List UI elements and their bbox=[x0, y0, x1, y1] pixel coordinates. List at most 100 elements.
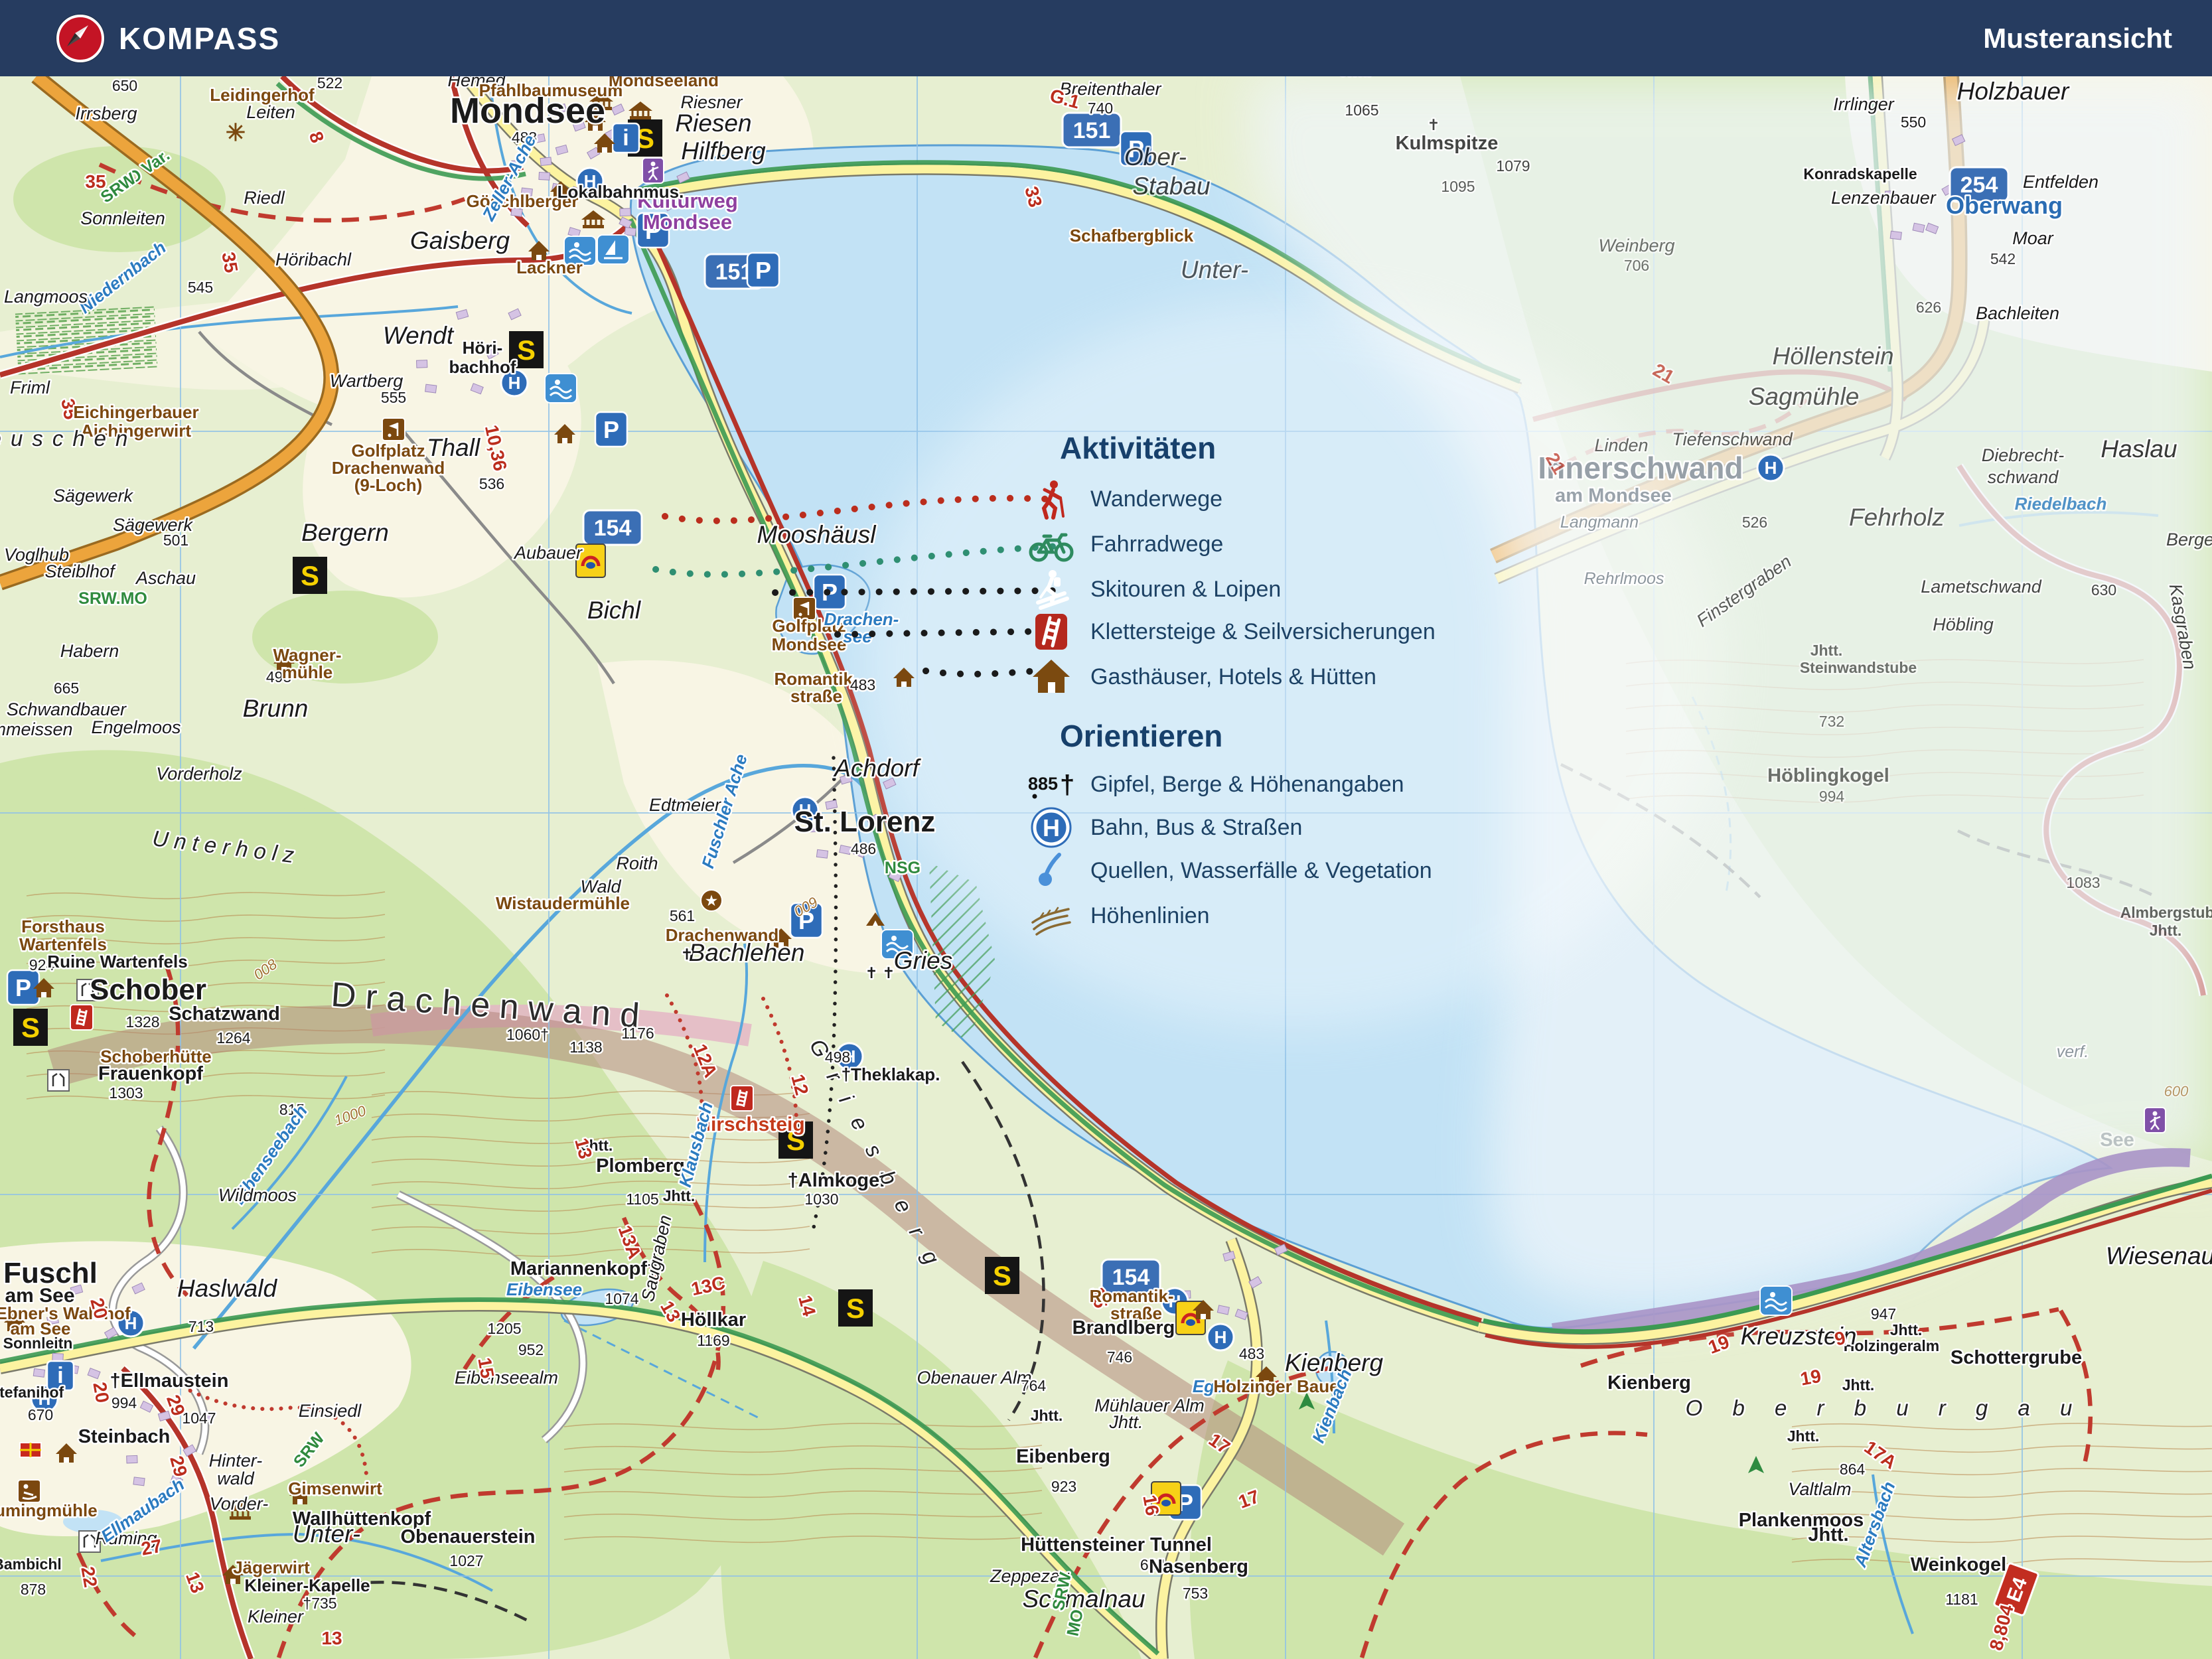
svg-text:154: 154 bbox=[594, 516, 632, 541]
map-label: Höribachl bbox=[275, 250, 352, 269]
rb-badge: 151 bbox=[1063, 113, 1121, 147]
map-label: wald bbox=[217, 1469, 255, 1488]
map-label: Frauenkopf bbox=[98, 1063, 203, 1084]
map-label: Oberwang bbox=[1946, 192, 2063, 219]
map-label: Mariannenkopf† bbox=[510, 1258, 658, 1279]
map-label: Haslwald bbox=[177, 1275, 278, 1302]
legend-label: Quellen, Wasserfälle & Vegetation bbox=[1090, 858, 1432, 884]
map-label: schwand bbox=[1988, 467, 2059, 487]
map-label: 1205 bbox=[487, 1320, 521, 1337]
map-label: 753 bbox=[1183, 1585, 1208, 1602]
map-label: Bichl bbox=[587, 597, 642, 624]
map-label: Jhtt. bbox=[1890, 1321, 1923, 1338]
map-label: ✝ bbox=[1427, 116, 1439, 133]
map-label: †Theklakap. bbox=[842, 1064, 940, 1084]
map-label: Schober bbox=[90, 974, 206, 1006]
map-label: Steiblhof bbox=[44, 561, 116, 581]
map-label: Ober- bbox=[1124, 143, 1187, 171]
map-label: 732 bbox=[1819, 713, 1844, 730]
map-label: NSG bbox=[885, 859, 921, 877]
map-label: 522 bbox=[317, 74, 342, 92]
legend-item-quellen[interactable]: Quellen, Wasserfälle & Vegetation bbox=[1025, 849, 1432, 892]
map-label: Moar bbox=[2012, 228, 2054, 248]
map-label: Unter- bbox=[293, 1520, 360, 1548]
map-label: Hinter- bbox=[209, 1451, 263, 1471]
map-label: Edtmeier bbox=[649, 795, 721, 815]
map-label: Berge bbox=[2166, 530, 2212, 549]
map-label: Brunn bbox=[243, 695, 309, 722]
map-label: Eibensee bbox=[506, 1279, 582, 1299]
legend-item-fahrradwege[interactable]: Fahrradwege bbox=[1025, 523, 1223, 565]
map-label: Eichingerbauer bbox=[73, 402, 198, 422]
flag-badge bbox=[20, 1443, 41, 1457]
map-label: Hüttensteiner Tunnel bbox=[1021, 1534, 1212, 1555]
map-label: 542 bbox=[1990, 250, 2016, 267]
map-label: 1176 bbox=[621, 1025, 654, 1042]
map-label: Mondsee bbox=[643, 210, 732, 234]
map-label: Kleiner-Kapelle bbox=[244, 1575, 370, 1595]
map-label: Nasenberg bbox=[1149, 1556, 1248, 1577]
brand: KOMPASS bbox=[56, 15, 280, 62]
svg-text:P: P bbox=[603, 416, 619, 443]
map-label: Forsthaus bbox=[21, 916, 105, 936]
svg-text:H: H bbox=[1765, 458, 1777, 478]
map-label: mühle bbox=[282, 662, 333, 682]
svg-text:S: S bbox=[21, 1012, 40, 1043]
map-label: 650 bbox=[112, 77, 137, 94]
map-label: Bachlehen bbox=[689, 939, 805, 966]
map-label: 20 bbox=[89, 1380, 113, 1404]
map-label: 483 bbox=[850, 676, 875, 693]
map-label: Höllenstein bbox=[1772, 342, 1893, 370]
map-label: Gaisberg bbox=[410, 227, 510, 254]
legend-item-hoehenlinien[interactable]: Höhenlinien bbox=[1025, 895, 1210, 937]
spring-icon bbox=[1025, 849, 1077, 892]
map-label: St. Lorenz bbox=[794, 806, 936, 838]
map-label: Wendt bbox=[383, 322, 455, 349]
svg-text:★: ★ bbox=[705, 894, 717, 908]
bike-icon bbox=[1025, 523, 1077, 565]
map-label: Aubauer bbox=[513, 543, 583, 563]
kompass-logo-icon bbox=[56, 15, 104, 62]
legend-item-bahn[interactable]: H Bahn, Bus & Straßen bbox=[1025, 806, 1302, 849]
map-label: †Ellmaustein bbox=[110, 1370, 229, 1392]
legend-label: Klettersteige & Seilversicherungen bbox=[1090, 619, 1436, 645]
legend-label: Fahrradwege bbox=[1090, 532, 1223, 557]
map-label: Eibenberg bbox=[1016, 1446, 1110, 1467]
legend-orientation-title: Orientieren bbox=[1060, 718, 1222, 754]
p-badge: P bbox=[595, 412, 627, 447]
hiker-icon bbox=[1025, 478, 1077, 520]
legend-item-wanderwege[interactable]: Wanderwege bbox=[1025, 478, 1222, 520]
legend-item-skitouren[interactable]: Skitouren & Loipen bbox=[1025, 568, 1281, 611]
map-label: Sägewerk bbox=[53, 486, 134, 506]
map-label: Kulmspitze bbox=[1396, 133, 1499, 154]
map-label: Tiefenschwand bbox=[1672, 429, 1793, 449]
map-label: see bbox=[843, 626, 871, 646]
legend-label: Wanderwege bbox=[1090, 486, 1222, 512]
ski-icon bbox=[1025, 568, 1077, 611]
map-label: (9-Loch) bbox=[354, 475, 423, 495]
map-label: 630 bbox=[2091, 581, 2116, 599]
legend-item-gasthaeuser[interactable]: Gasthäuser, Hotels & Hütten bbox=[1025, 656, 1376, 698]
map-label: Roith bbox=[616, 853, 658, 873]
legend-item-klettersteige[interactable]: Klettersteige & Seilversicherungen bbox=[1025, 611, 1436, 653]
map-label: Riedl bbox=[244, 188, 285, 208]
map-label: Stabau bbox=[1132, 173, 1210, 200]
svg-text:S: S bbox=[517, 334, 536, 366]
map-label: Weinkogel bbox=[1911, 1554, 2007, 1575]
svg-text:885: 885 bbox=[1028, 774, 1058, 794]
legend-item-gipfel[interactable]: 885 † Gipfel, Berge & Höhenangaben bbox=[1025, 763, 1404, 806]
i-badge: i bbox=[613, 123, 639, 153]
map-label: Obenauerstein bbox=[400, 1526, 535, 1548]
map-label: Bergern bbox=[301, 519, 389, 546]
map-label: Valtlalm bbox=[1788, 1479, 1851, 1499]
svg-text:P: P bbox=[15, 974, 31, 1001]
map-label: Jhtt. bbox=[2150, 922, 2182, 939]
map-label: 923 bbox=[1051, 1478, 1076, 1495]
map-label: 1027 bbox=[449, 1552, 483, 1569]
map-label: Steinwandstube bbox=[1800, 659, 1917, 676]
map-label: Wildmoos bbox=[218, 1185, 297, 1205]
svg-text:i: i bbox=[623, 125, 628, 151]
map-label: Jhtt. bbox=[1808, 1524, 1848, 1546]
map-label: SRW.MO bbox=[78, 589, 147, 608]
map-label: Schwandbauer bbox=[7, 699, 127, 719]
